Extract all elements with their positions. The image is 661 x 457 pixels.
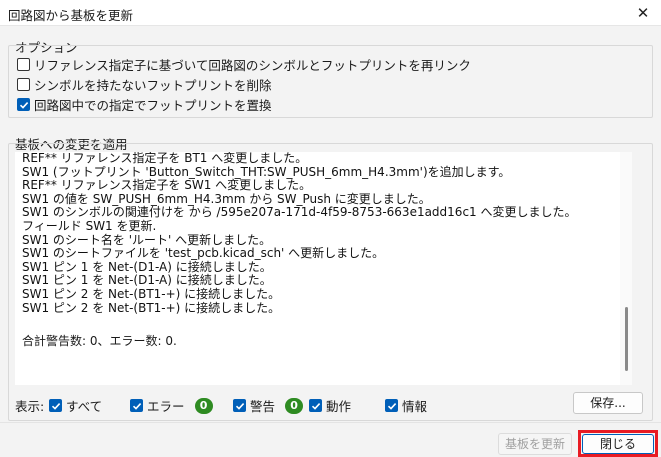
- log-line: REF** リファレンス指定子を BT1 へ変更しました。: [22, 152, 308, 165]
- log-scroll-thumb[interactable]: [625, 307, 628, 371]
- log-line: SW1 ピン 2 を Net-(BT1-+) に接続しました。: [22, 286, 281, 301]
- update-pcb-button[interactable]: 基板を更新: [498, 433, 572, 455]
- checkbox-unchecked-icon[interactable]: [17, 78, 30, 91]
- log-line: SW1 のシンボルの関連付けを から /595e207a-171d-4f59-8…: [22, 205, 577, 220]
- delete-orphan-footprints-label: シンボルを持たないフットプリントを削除: [34, 78, 272, 93]
- filter-label: 表示:: [15, 399, 45, 414]
- window-title: 回路図から基板を更新: [8, 8, 134, 23]
- filter-errors-label: エラー: [147, 399, 185, 414]
- log-line: SW1 ピン 1 を Net-(D1-A) に接続しました。: [22, 273, 272, 288]
- relink-symbols-checkbox[interactable]: リファレンス指定子に基づいて回路図のシンボルとフットプリントを再リンク: [17, 55, 471, 74]
- log-lines: REF** リファレンス指定子を BT1 へ変更しました。 SW1 (フットプリ…: [22, 152, 577, 315]
- log-scrollbar[interactable]: [620, 152, 632, 385]
- log-line: SW1 のシートファイルを 'test_pcb.kicad_sch' へ更新しま…: [22, 246, 385, 261]
- filter-info-label: 情報: [402, 399, 428, 414]
- checkbox-checked-icon[interactable]: [17, 98, 30, 111]
- log-line: REF** リファレンス指定子を SW1 へ変更しました。: [22, 178, 312, 193]
- filter-row: 表示: すべて エラー 0 警告 0 動作 情報: [15, 394, 645, 414]
- changes-log[interactable]: REF** リファレンス指定子を BT1 へ変更しました。 SW1 (フットプリ…: [15, 152, 632, 385]
- checkbox-unchecked-icon[interactable]: [17, 58, 30, 71]
- filter-all-label: すべて: [66, 399, 103, 414]
- filter-warnings-checkbox[interactable]: 警告 0: [233, 396, 304, 415]
- filter-actions-label: 動作: [326, 399, 352, 414]
- checkbox-checked-icon[interactable]: [233, 399, 246, 412]
- checkbox-checked-icon[interactable]: [309, 399, 322, 412]
- save-report-button[interactable]: 保存...: [573, 392, 643, 414]
- warnings-count-badge: 0: [285, 397, 304, 414]
- filter-errors-checkbox[interactable]: エラー 0: [130, 396, 213, 415]
- checkbox-checked-icon[interactable]: [130, 399, 143, 412]
- replace-footprints-checkbox[interactable]: 回路図中での指定でフットプリントを置換: [17, 95, 272, 114]
- delete-orphan-footprints-checkbox[interactable]: シンボルを持たないフットプリントを削除: [17, 75, 272, 94]
- log-summary: 合計警告数: 0、エラー数: 0.: [22, 334, 177, 348]
- relink-symbols-label: リファレンス指定子に基づいて回路図のシンボルとフットプリントを再リンク: [34, 58, 471, 73]
- log-line: フィールド SW1 を更新.: [22, 218, 157, 233]
- filter-info-checkbox[interactable]: 情報: [385, 396, 427, 415]
- checkbox-checked-icon[interactable]: [385, 399, 398, 412]
- errors-count-badge: 0: [194, 397, 213, 414]
- checkbox-checked-icon[interactable]: [49, 399, 62, 412]
- title-bar: 回路図から基板を更新 ✕: [0, 0, 661, 26]
- footer-separator: [0, 422, 661, 423]
- filter-actions-checkbox[interactable]: 動作: [309, 396, 351, 415]
- close-button-highlight: [578, 430, 658, 457]
- filter-warnings-label: 警告: [250, 399, 276, 414]
- filter-all-checkbox[interactable]: すべて: [49, 396, 102, 415]
- log-line: SW1 ピン 2 を Net-(BT1-+) に接続しました。: [22, 300, 281, 315]
- close-icon[interactable]: ✕: [633, 3, 653, 23]
- replace-footprints-label: 回路図中での指定でフットプリントを置換: [34, 98, 272, 113]
